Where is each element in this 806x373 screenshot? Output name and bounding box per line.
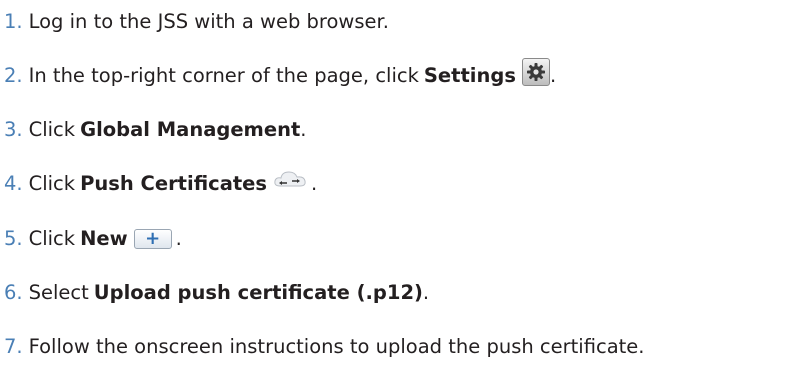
step-period: . <box>311 172 318 195</box>
instruction-steps: 1. Log in to the JSS with a web browser.… <box>0 0 806 373</box>
settings-button[interactable] <box>521 58 550 86</box>
step-6: 6. Select Upload push certificate (.p12)… <box>4 280 429 306</box>
new-button[interactable]: + <box>133 228 172 249</box>
step-period: . <box>549 64 557 87</box>
step-3: 3. Click Global Management . <box>4 117 307 143</box>
step-text: Click <box>28 227 76 250</box>
gear-icon <box>526 63 545 81</box>
push-certificates-link[interactable]: Push Certificates <box>80 171 267 197</box>
step-text: Log in to the JSS with a web browser. <box>28 10 389 33</box>
step-2: 2. In the top-right corner of the page, … <box>4 58 557 89</box>
step-7: 7. Follow the onscreen instructions to u… <box>4 334 645 360</box>
step-emphasis: Settings <box>423 64 516 87</box>
step-number: 4. <box>4 172 23 195</box>
global-management-link[interactable]: Global Management <box>80 117 300 143</box>
step-number: 5. <box>4 227 23 250</box>
step-number: 3. <box>4 118 23 141</box>
step-1: 1. Log in to the JSS with a web browser. <box>4 9 389 35</box>
step-period: . <box>422 281 430 304</box>
step-period: . <box>300 118 307 141</box>
step-emphasis: New <box>80 227 128 250</box>
step-number: 2. <box>4 64 23 87</box>
upload-push-certificate-option[interactable]: Upload push certificate (.p12) <box>94 280 423 306</box>
step-text: Select <box>28 281 89 304</box>
step-number: 7. <box>4 335 23 358</box>
step-number: 6. <box>4 281 23 304</box>
step-text: Click <box>28 118 76 141</box>
step-text: Follow the onscreen instructions to uplo… <box>28 335 645 358</box>
step-text: In the top-right corner of the page, cli… <box>28 64 419 87</box>
step-4: 4. Click Push Certificates . <box>4 171 317 197</box>
step-5: 5. Click New + . <box>4 226 182 252</box>
cloud-sync-icon <box>274 171 306 187</box>
step-number: 1. <box>4 10 23 33</box>
plus-icon: + <box>145 228 161 249</box>
step-period: . <box>175 227 182 250</box>
step-text: Click <box>28 172 76 195</box>
